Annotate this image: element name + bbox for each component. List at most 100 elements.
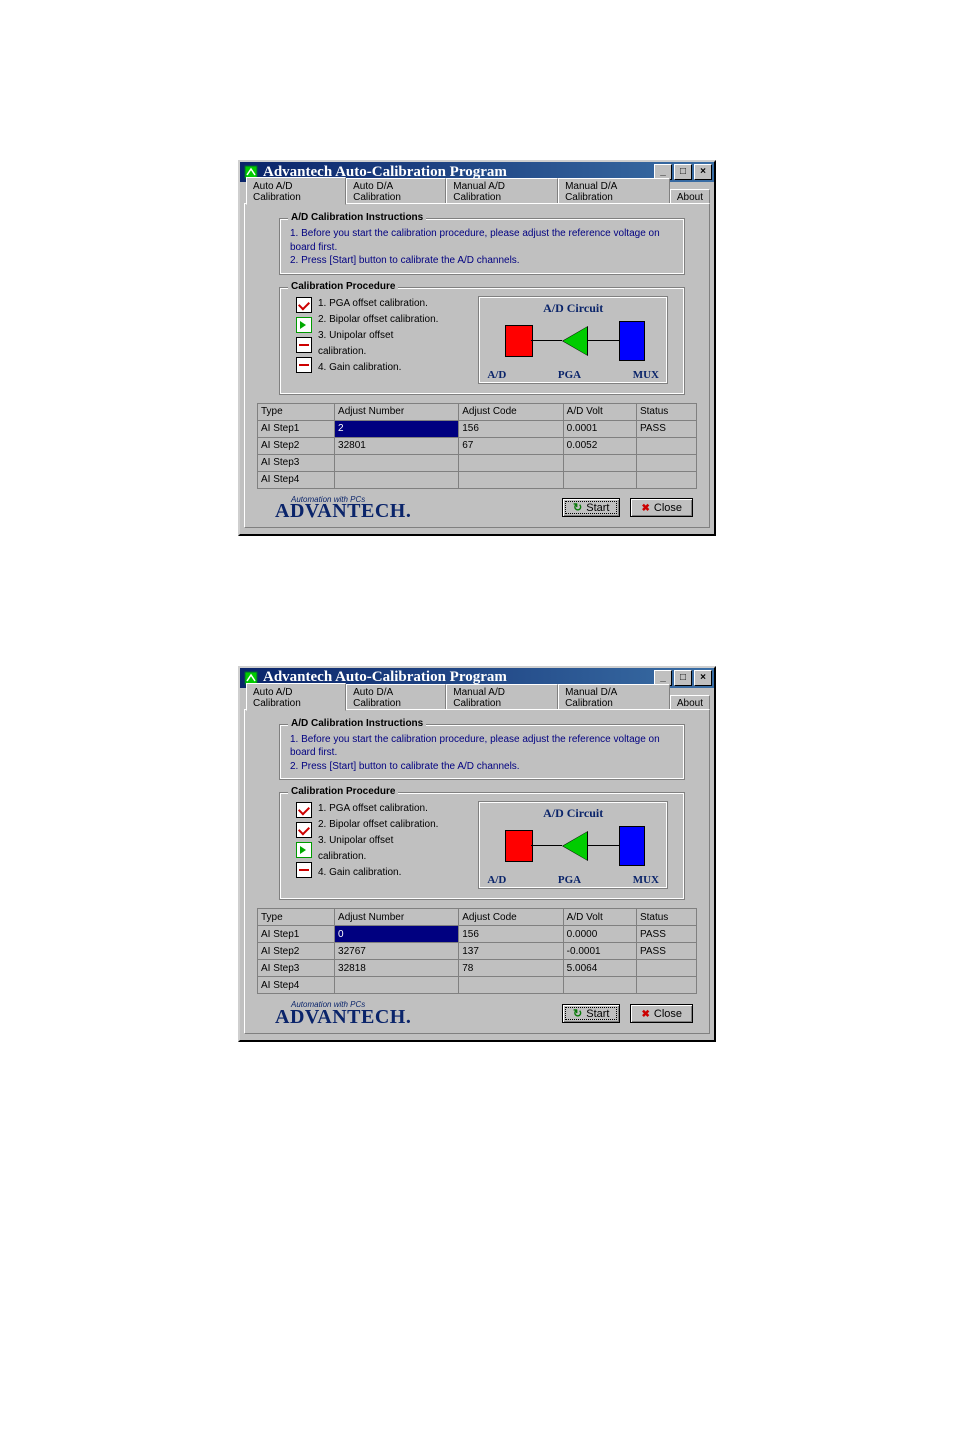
cell-status: PASS <box>636 943 696 960</box>
instruction-line-1: 1. Before you start the calibration proc… <box>290 733 674 760</box>
tab-panel: A/D Calibration Instructions 1. Before y… <box>244 203 710 528</box>
table-row[interactable]: AI Step4 <box>258 977 697 994</box>
instruction-line-2: 2. Press [Start] button to calibrate the… <box>290 760 674 774</box>
cell-adjust-code <box>459 977 563 994</box>
table-row[interactable]: AI Step4 <box>258 471 697 488</box>
table-row[interactable]: AI Step3 <box>258 454 697 471</box>
circuit-title: A/D Circuit <box>485 806 661 821</box>
mux-block-icon <box>619 826 645 866</box>
start-button[interactable]: Start <box>562 1004 620 1023</box>
step-label: 1. PGA offset calibration. <box>318 801 444 817</box>
table-header-row: Type Adjust Number Adjust Code A/D Volt … <box>258 403 697 420</box>
col-adjust-num: Adjust Number <box>335 403 459 420</box>
step-status-icon <box>296 337 312 353</box>
cell-adjust-code: 156 <box>459 420 563 437</box>
circuit-label-mux: MUX <box>633 369 659 381</box>
circuit-label-ad: A/D <box>487 369 506 381</box>
cell-type: AI Step4 <box>258 977 335 994</box>
tab-auto-ad[interactable]: Auto A/D Calibration <box>246 683 346 711</box>
advantech-logo: Automation with PCs ADVANTECH. <box>275 497 411 519</box>
cell-type: AI Step2 <box>258 943 335 960</box>
cell-adjust-num: 0 <box>335 926 459 943</box>
wire-icon <box>588 845 619 846</box>
cell-adjust-num <box>335 977 459 994</box>
tab-strip: Auto A/D Calibration Auto D/A Calibratio… <box>244 186 710 204</box>
cell-type: AI Step1 <box>258 926 335 943</box>
close-button-label: Close <box>654 502 682 514</box>
tab-panel: A/D Calibration Instructions 1. Before y… <box>244 709 710 1034</box>
logo-text: ADVANTECH. <box>275 1009 411 1025</box>
close-icon <box>641 502 649 514</box>
results-table: Type Adjust Number Adjust Code A/D Volt … <box>257 908 697 994</box>
step-label: 3. Unipolar offset calibration. <box>318 833 444 865</box>
tab-auto-ad[interactable]: Auto A/D Calibration <box>246 177 346 205</box>
table-header-row: Type Adjust Number Adjust Code A/D Volt … <box>258 909 697 926</box>
step-status-icon <box>296 802 312 818</box>
step-status-icon <box>296 842 312 858</box>
tab-manual-ad[interactable]: Manual A/D Calibration <box>446 178 558 204</box>
cell-status <box>636 454 696 471</box>
cell-adjust-num: 2 <box>335 420 459 437</box>
step-label: 4. Gain calibration. <box>318 865 444 881</box>
tab-manual-da[interactable]: Manual D/A Calibration <box>558 178 670 204</box>
cell-adjust-code: 78 <box>459 960 563 977</box>
close-button[interactable]: Close <box>630 1004 693 1023</box>
tab-auto-da[interactable]: Auto D/A Calibration <box>346 684 446 710</box>
cell-adjust-code <box>459 454 563 471</box>
close-window-button[interactable]: × <box>694 670 712 686</box>
start-button[interactable]: Start <box>562 498 620 517</box>
advantech-logo: Automation with PCs ADVANTECH. <box>275 1002 411 1024</box>
instructions-group: A/D Calibration Instructions 1. Before y… <box>279 218 685 275</box>
col-status: Status <box>636 909 696 926</box>
cell-ad-volt <box>563 454 636 471</box>
cell-adjust-num <box>335 471 459 488</box>
cell-status <box>636 960 696 977</box>
instructions-group: A/D Calibration Instructions 1. Before y… <box>279 724 685 781</box>
cell-ad-volt: 0.0052 <box>563 437 636 454</box>
step-status-icon <box>296 317 312 333</box>
app-window-2: Advantech Auto-Calibration Program _ □ ×… <box>238 666 716 1042</box>
step-status-icon <box>296 862 312 878</box>
step-label: 2. Bipolar offset calibration. <box>318 817 444 833</box>
cell-adjust-num <box>335 454 459 471</box>
table-row[interactable]: AI Step121560.0001PASS <box>258 420 697 437</box>
tab-auto-da[interactable]: Auto D/A Calibration <box>346 178 446 204</box>
cell-ad-volt <box>563 471 636 488</box>
close-button[interactable]: Close <box>630 498 693 517</box>
maximize-button[interactable]: □ <box>674 164 692 180</box>
step-icon-column <box>296 296 314 384</box>
wire-icon <box>531 845 562 846</box>
tab-manual-ad[interactable]: Manual A/D Calibration <box>446 684 558 710</box>
procedure-title: Calibration Procedure <box>288 281 398 292</box>
cell-type: AI Step3 <box>258 960 335 977</box>
cell-adjust-code: 67 <box>459 437 563 454</box>
cell-type: AI Step1 <box>258 420 335 437</box>
circuit-label-ad: A/D <box>487 874 506 886</box>
table-row[interactable]: AI Step232767137-0.0001PASS <box>258 943 697 960</box>
wire-icon <box>588 340 619 341</box>
table-row[interactable]: AI Step332818785.0064 <box>258 960 697 977</box>
col-type: Type <box>258 909 335 926</box>
tab-strip: Auto A/D Calibration Auto D/A Calibratio… <box>244 692 710 710</box>
step-status-icon <box>296 822 312 838</box>
cell-adjust-num: 32767 <box>335 943 459 960</box>
close-window-button[interactable]: × <box>694 164 712 180</box>
tab-manual-da[interactable]: Manual D/A Calibration <box>558 684 670 710</box>
tab-about[interactable]: About <box>670 695 710 710</box>
cell-status: PASS <box>636 926 696 943</box>
maximize-button[interactable]: □ <box>674 670 692 686</box>
table-row[interactable]: AI Step232801670.0052 <box>258 437 697 454</box>
cell-type: AI Step4 <box>258 471 335 488</box>
cell-ad-volt: 0.0001 <box>563 420 636 437</box>
cell-ad-volt: 5.0064 <box>563 960 636 977</box>
circuit-label-mux: MUX <box>633 874 659 886</box>
start-button-label: Start <box>586 502 609 514</box>
wire-icon <box>531 340 562 341</box>
close-icon <box>641 1008 649 1020</box>
table-row[interactable]: AI Step101560.0000PASS <box>258 926 697 943</box>
circuit-label-pga: PGA <box>558 369 581 381</box>
tab-about[interactable]: About <box>670 189 710 204</box>
circuit-label-pga: PGA <box>558 874 581 886</box>
circuit-diagram: A/D Circuit A/D PGA <box>478 801 668 889</box>
cell-status <box>636 437 696 454</box>
